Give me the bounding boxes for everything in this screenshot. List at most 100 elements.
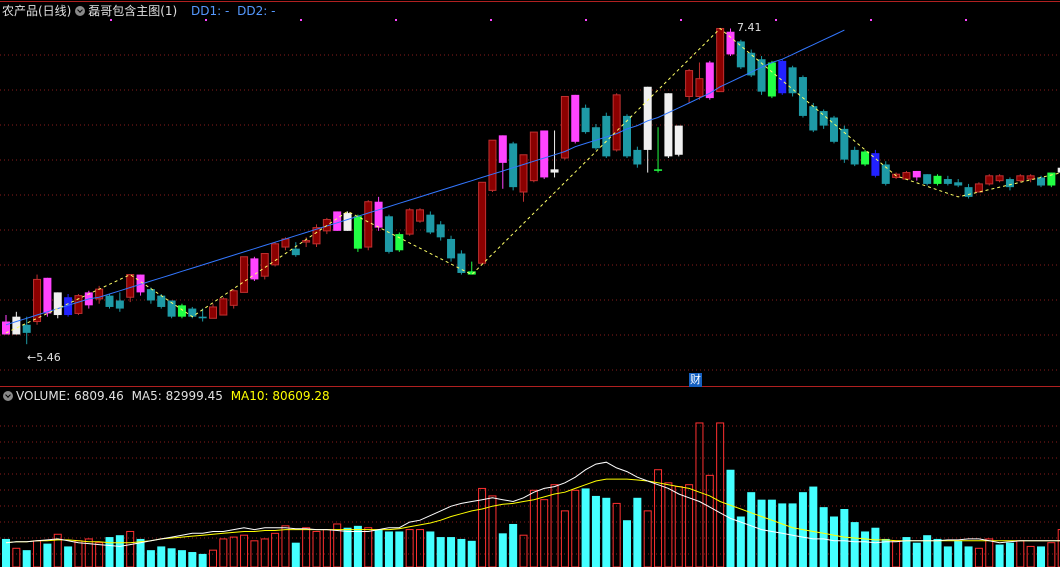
candle-body	[995, 175, 1004, 182]
volume-bar	[623, 520, 631, 567]
volume-bar	[705, 474, 714, 567]
candle-body	[343, 213, 352, 231]
candle-body	[964, 187, 973, 197]
ma5-line	[5, 461, 1060, 547]
volume-ma-lines	[5, 461, 1060, 547]
low-price-annotation: ←5.46	[27, 351, 61, 364]
ma5-value-label: MA5: 82999.45	[131, 389, 223, 403]
candle-body	[974, 183, 983, 193]
volume-bar	[126, 530, 135, 567]
indicator-label[interactable]: 磊哥包含主图(1)	[88, 4, 177, 18]
volume-bar	[757, 499, 766, 567]
volume-bar	[291, 542, 300, 567]
volume-bar	[447, 537, 456, 567]
volume-bar	[167, 548, 176, 567]
volume-bar	[716, 422, 725, 567]
volume-bar	[426, 531, 435, 567]
volume-bar	[912, 542, 921, 567]
candle-body	[260, 253, 269, 277]
top-marker-dot	[490, 19, 492, 21]
dd1-label: DD1: -	[191, 4, 230, 18]
top-marker-dot	[300, 19, 302, 21]
volume-bar	[809, 486, 818, 567]
volume-value-label: VOLUME: 6809.46	[16, 389, 124, 403]
candle-body	[364, 201, 373, 248]
volume-bar	[850, 522, 859, 567]
volume-bars	[2, 422, 1060, 567]
candle-body	[633, 149, 642, 165]
candle-body	[395, 234, 404, 251]
volume-bar	[819, 507, 828, 567]
candle-body	[664, 93, 673, 157]
candle-body	[767, 62, 776, 97]
volume-bar	[995, 544, 1004, 567]
candle-body	[271, 243, 280, 266]
candle-body	[209, 306, 217, 319]
volume-bar	[881, 538, 890, 567]
candle-body	[12, 316, 21, 335]
volume-bar	[395, 531, 404, 567]
candle-body	[146, 289, 155, 301]
candle-body	[43, 277, 52, 314]
candle-body	[53, 292, 62, 316]
volume-bar	[933, 538, 942, 567]
volume-bar	[322, 529, 331, 567]
volume-bar	[529, 489, 538, 567]
volume-bar	[353, 525, 362, 567]
volume-bar	[1026, 545, 1035, 567]
volume-bar	[954, 540, 963, 567]
volume-bar	[695, 422, 704, 567]
candle-body	[302, 240, 311, 243]
candle-body	[726, 31, 735, 55]
candle-body	[954, 182, 963, 186]
candle-body	[695, 78, 704, 97]
volume-bar	[1005, 542, 1014, 567]
volume-bar	[115, 535, 124, 567]
candle-body	[778, 60, 787, 94]
volume-menu-icon[interactable]	[3, 391, 13, 401]
volume-bar	[643, 510, 652, 567]
candle-body	[1016, 175, 1025, 182]
price-volume-chart	[0, 1, 1060, 567]
volume-bar	[43, 543, 52, 567]
volume-bar	[591, 495, 600, 567]
volume-bar	[550, 484, 559, 567]
volume-header: VOLUME: 6809.46 MA5: 82999.45 MA10: 8060…	[3, 389, 330, 403]
volume-bar	[943, 546, 952, 567]
finance-marker[interactable]: 财	[689, 373, 702, 387]
candle-body	[447, 238, 456, 259]
volume-bar	[198, 553, 207, 567]
candle-body	[591, 127, 600, 149]
candle-body	[674, 125, 683, 155]
volume-bar	[188, 552, 197, 567]
volume-bar	[840, 509, 849, 567]
volume-bar	[343, 527, 352, 567]
candle-body	[126, 274, 135, 298]
candle-body	[861, 151, 870, 165]
candle-body	[333, 211, 342, 231]
volume-bar	[560, 510, 569, 567]
candle-body	[788, 67, 797, 94]
indicator-menu-icon[interactable]	[75, 6, 86, 16]
volume-bar	[571, 489, 580, 567]
candle-body	[540, 130, 549, 178]
volume-bar	[747, 492, 756, 567]
candle-body	[498, 135, 507, 163]
candle-body	[405, 209, 414, 235]
volume-bar	[33, 540, 42, 567]
candle-body	[488, 139, 497, 191]
candle-body	[933, 175, 942, 184]
candle-body	[519, 154, 528, 193]
top-marker-dot	[395, 19, 397, 21]
volume-bar	[985, 538, 994, 567]
candle-body	[716, 27, 725, 93]
candle-body	[374, 201, 383, 228]
volume-bar	[312, 530, 321, 567]
candle-body	[353, 216, 362, 249]
candle-body	[736, 41, 745, 68]
volume-bar	[302, 527, 311, 567]
volume-bar	[436, 537, 445, 567]
volume-bar	[736, 516, 745, 567]
volume-bar	[861, 531, 870, 567]
volume-bar	[964, 546, 973, 567]
